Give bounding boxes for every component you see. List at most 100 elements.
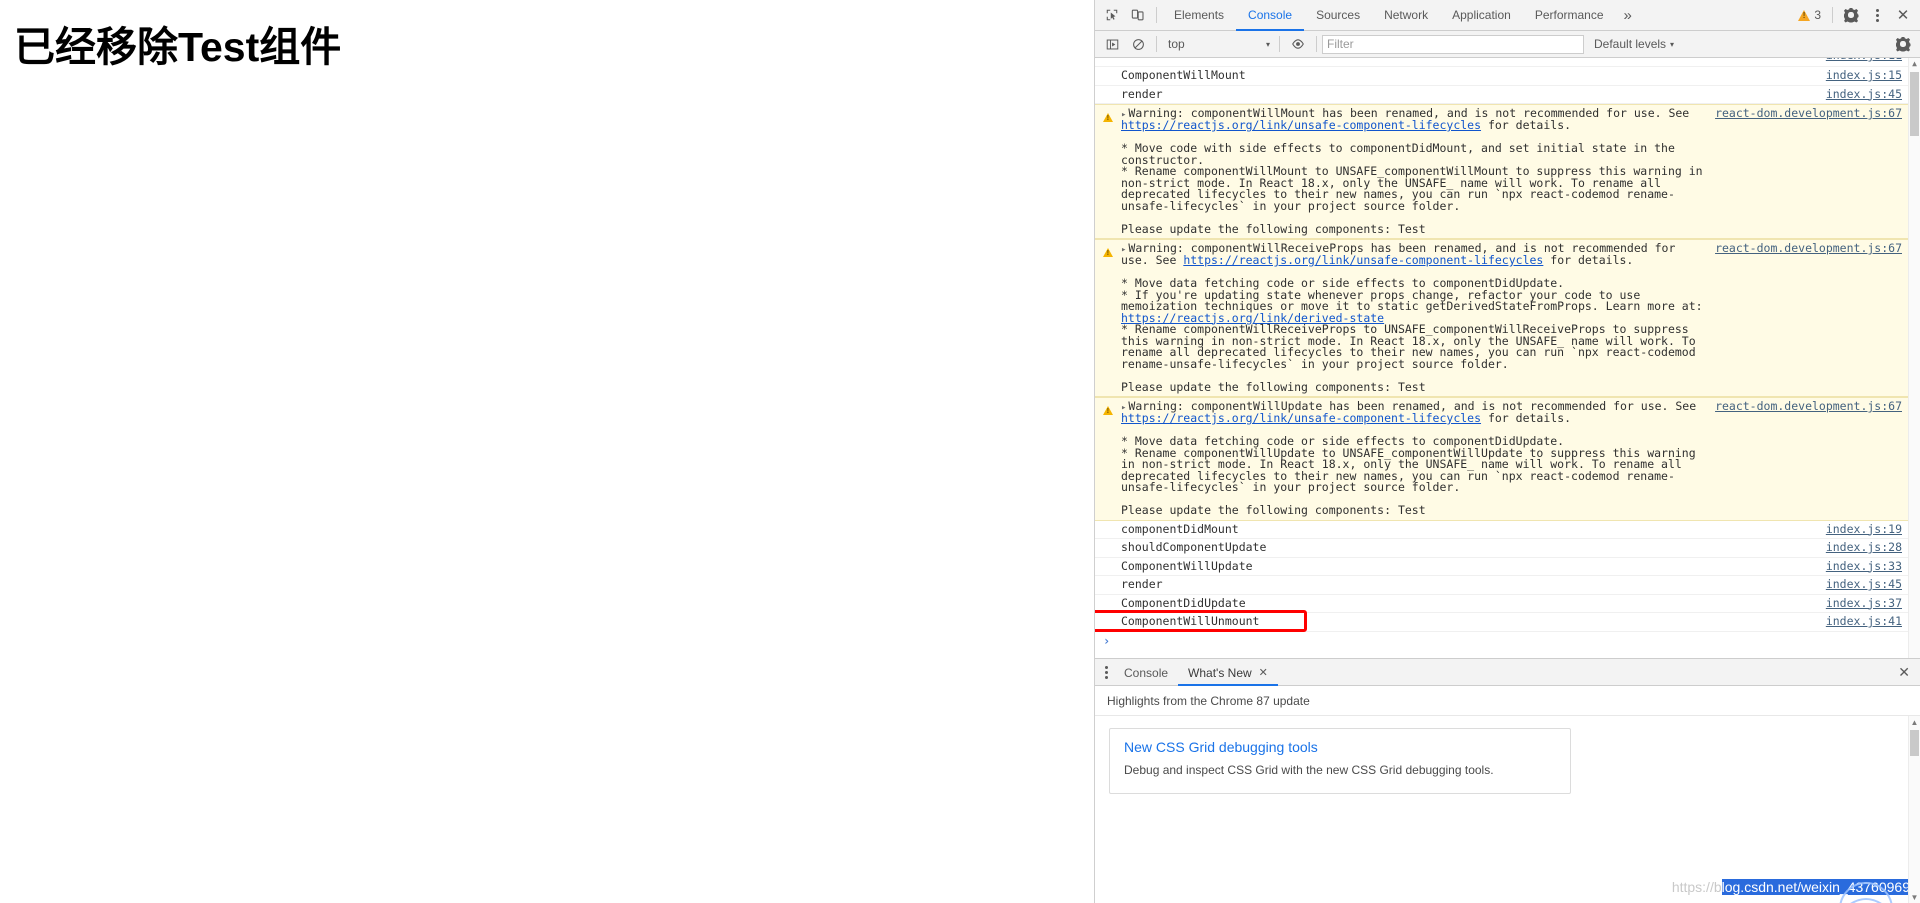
log-text: shouldComponentUpdate	[1121, 540, 1267, 554]
close-devtools-icon[interactable]: ✕	[1890, 3, 1916, 28]
console-log-row[interactable]: ComponentWillUpdate index.js:33	[1095, 558, 1908, 576]
console-message-list[interactable]: index.js:11 ComponentWillMount index.js:…	[1095, 58, 1920, 658]
console-log-row[interactable]: ComponentDidUpdate index.js:37	[1095, 595, 1908, 613]
scrollbar-thumb[interactable]	[1910, 730, 1919, 756]
console-sidebar-icon[interactable]	[1099, 32, 1125, 57]
console-prompt[interactable]: ›	[1095, 632, 1908, 651]
warning-body: * Move data fetching code or side effect…	[1121, 276, 1703, 313]
log-text: ComponentWillUpdate	[1121, 558, 1253, 573]
warning-tail: for details.	[1481, 118, 1572, 132]
close-drawer-icon[interactable]: ✕	[1888, 659, 1920, 685]
row-gutter	[1095, 542, 1121, 544]
warning-body: * Move data fetching code or side effect…	[1121, 434, 1696, 517]
log-levels-select[interactable]: Default levels ▾	[1584, 37, 1684, 51]
row-gutter	[1095, 561, 1121, 563]
screen: 已经移除Test组件 Elements Console Sources Netw…	[0, 0, 1920, 903]
source-link[interactable]: index.js:28	[1758, 541, 1908, 554]
more-tabs-icon[interactable]: »	[1616, 0, 1640, 31]
devtools-drawer: Console What's New ✕ ✕ Highlights from t…	[1095, 658, 1920, 903]
web-page-viewport: 已经移除Test组件	[0, 0, 1095, 903]
settings-gear-icon[interactable]	[1838, 3, 1864, 28]
live-expression-eye-icon[interactable]	[1285, 32, 1311, 57]
csdn-logo-watermark	[1839, 882, 1893, 903]
scroll-up-arrow-icon[interactable]: ▲	[1909, 58, 1920, 70]
drawer-kebab-menu-icon[interactable]	[1099, 659, 1114, 685]
inspect-element-icon[interactable]	[1099, 3, 1125, 28]
clipped-source-link: index.js:11	[1826, 58, 1902, 62]
doc-link[interactable]: https://reactjs.org/link/unsafe-componen…	[1121, 411, 1481, 425]
source-link[interactable]: index.js:45	[1758, 578, 1908, 591]
kebab-menu-icon[interactable]	[1864, 3, 1890, 28]
log-levels-label: Default levels	[1594, 37, 1667, 51]
doc-link[interactable]: https://reactjs.org/link/unsafe-componen…	[1183, 253, 1543, 267]
source-link[interactable]: react-dom.development.js:67	[1715, 242, 1908, 255]
console-scroll-area: index.js:11 ComponentWillMount index.js:…	[1095, 58, 1908, 658]
source-link[interactable]: index.js:37	[1758, 597, 1908, 610]
toolbar-divider-2	[1832, 7, 1833, 23]
console-filter-input[interactable]	[1322, 34, 1584, 54]
console-log-row[interactable]: render index.js:45	[1095, 86, 1908, 104]
console-warning-row[interactable]: ▸Warning: componentWillReceiveProps has …	[1095, 239, 1908, 397]
device-toolbar-icon[interactable]	[1125, 3, 1151, 28]
doc-link[interactable]: https://reactjs.org/link/unsafe-componen…	[1121, 118, 1481, 132]
whats-new-card-title[interactable]: New CSS Grid debugging tools	[1124, 739, 1556, 755]
prompt-chevron-icon: ›	[1103, 633, 1111, 648]
log-text: ComponentWillMount	[1121, 68, 1246, 82]
log-text: ComponentWillUnmount	[1121, 614, 1260, 628]
source-link[interactable]: index.js:41	[1758, 615, 1908, 628]
close-tab-icon[interactable]: ✕	[1259, 666, 1268, 679]
console-log-row[interactable]: componentDidMount index.js:19	[1095, 521, 1908, 539]
warning-count-value: 3	[1814, 8, 1821, 22]
drawer-tab-label: What's New	[1188, 665, 1252, 680]
whats-new-subtitle: Highlights from the Chrome 87 update	[1095, 686, 1920, 716]
console-filter-toolbar: top ▾ Default levels ▾	[1095, 31, 1920, 58]
source-link[interactable]: react-dom.development.js:67	[1715, 107, 1908, 120]
console-log-row-highlighted[interactable]: ComponentWillUnmount index.js:41	[1095, 610, 1908, 632]
filterbar-divider-2	[1279, 36, 1280, 52]
source-link[interactable]: index.js:45	[1758, 88, 1908, 101]
watermark-prefix: https://b	[1671, 879, 1722, 895]
tab-performance[interactable]: Performance	[1523, 0, 1616, 31]
whats-new-card[interactable]: New CSS Grid debugging tools Debug and i…	[1109, 728, 1571, 794]
console-warning-row[interactable]: ▸Warning: componentWillMount has been re…	[1095, 104, 1908, 239]
log-text: ComponentDidUpdate	[1121, 595, 1246, 610]
whats-new-scrollbar[interactable]: ▲ ▼	[1908, 716, 1920, 903]
log-text: componentDidMount	[1121, 521, 1239, 536]
tab-sources[interactable]: Sources	[1304, 0, 1372, 31]
source-link[interactable]: index.js:19	[1758, 523, 1908, 536]
scroll-down-arrow-icon[interactable]: ▼	[1909, 891, 1920, 903]
warning-count-badge[interactable]: 3	[1792, 8, 1827, 22]
source-link[interactable]: index.js:15	[1758, 69, 1908, 82]
clear-console-icon[interactable]	[1125, 32, 1151, 57]
warning-tail: for details.	[1481, 411, 1572, 425]
scrollbar-thumb[interactable]	[1910, 72, 1919, 136]
execution-context-select[interactable]: top ▾	[1162, 34, 1274, 54]
whats-new-content: New CSS Grid debugging tools Debug and i…	[1095, 716, 1920, 903]
warning-tail: for details.	[1543, 253, 1634, 267]
filterbar-divider-3	[1316, 36, 1317, 52]
warning-triangle-icon	[1798, 9, 1811, 21]
warning-text: ▸ Warning: componentWillMount has been re…	[1121, 107, 1715, 236]
console-log-row[interactable]: shouldComponentUpdate index.js:28	[1095, 539, 1908, 558]
row-gutter	[1095, 401, 1121, 415]
source-link[interactable]: index.js:33	[1758, 560, 1908, 573]
console-settings-gear-icon[interactable]	[1890, 32, 1916, 57]
row-gutter	[1095, 598, 1121, 600]
console-warning-row[interactable]: ▸Warning: componentWillUpdate has been r…	[1095, 397, 1908, 521]
console-log-row[interactable]: render index.js:45	[1095, 576, 1908, 595]
console-scrollbar[interactable]: ▲	[1908, 58, 1920, 658]
console-log-row[interactable]: ComponentWillMount index.js:15	[1095, 67, 1908, 86]
devtools-main-toolbar: Elements Console Sources Network Applica…	[1095, 0, 1920, 31]
tab-application[interactable]: Application	[1440, 0, 1523, 31]
warning-body: * Move code with side effects to compone…	[1121, 141, 1703, 236]
execution-context-value: top	[1168, 37, 1185, 51]
drawer-tab-whats-new[interactable]: What's New ✕	[1178, 659, 1278, 686]
scroll-up-arrow-icon[interactable]: ▲	[1909, 716, 1920, 728]
tab-network[interactable]: Network	[1372, 0, 1440, 31]
tab-console[interactable]: Console	[1236, 0, 1304, 31]
drawer-tab-console[interactable]: Console	[1114, 659, 1178, 686]
page-title: 已经移除Test组件	[14, 24, 342, 70]
tab-elements[interactable]: Elements	[1162, 0, 1236, 31]
row-gutter	[1095, 579, 1121, 581]
source-link[interactable]: react-dom.development.js:67	[1715, 400, 1908, 413]
